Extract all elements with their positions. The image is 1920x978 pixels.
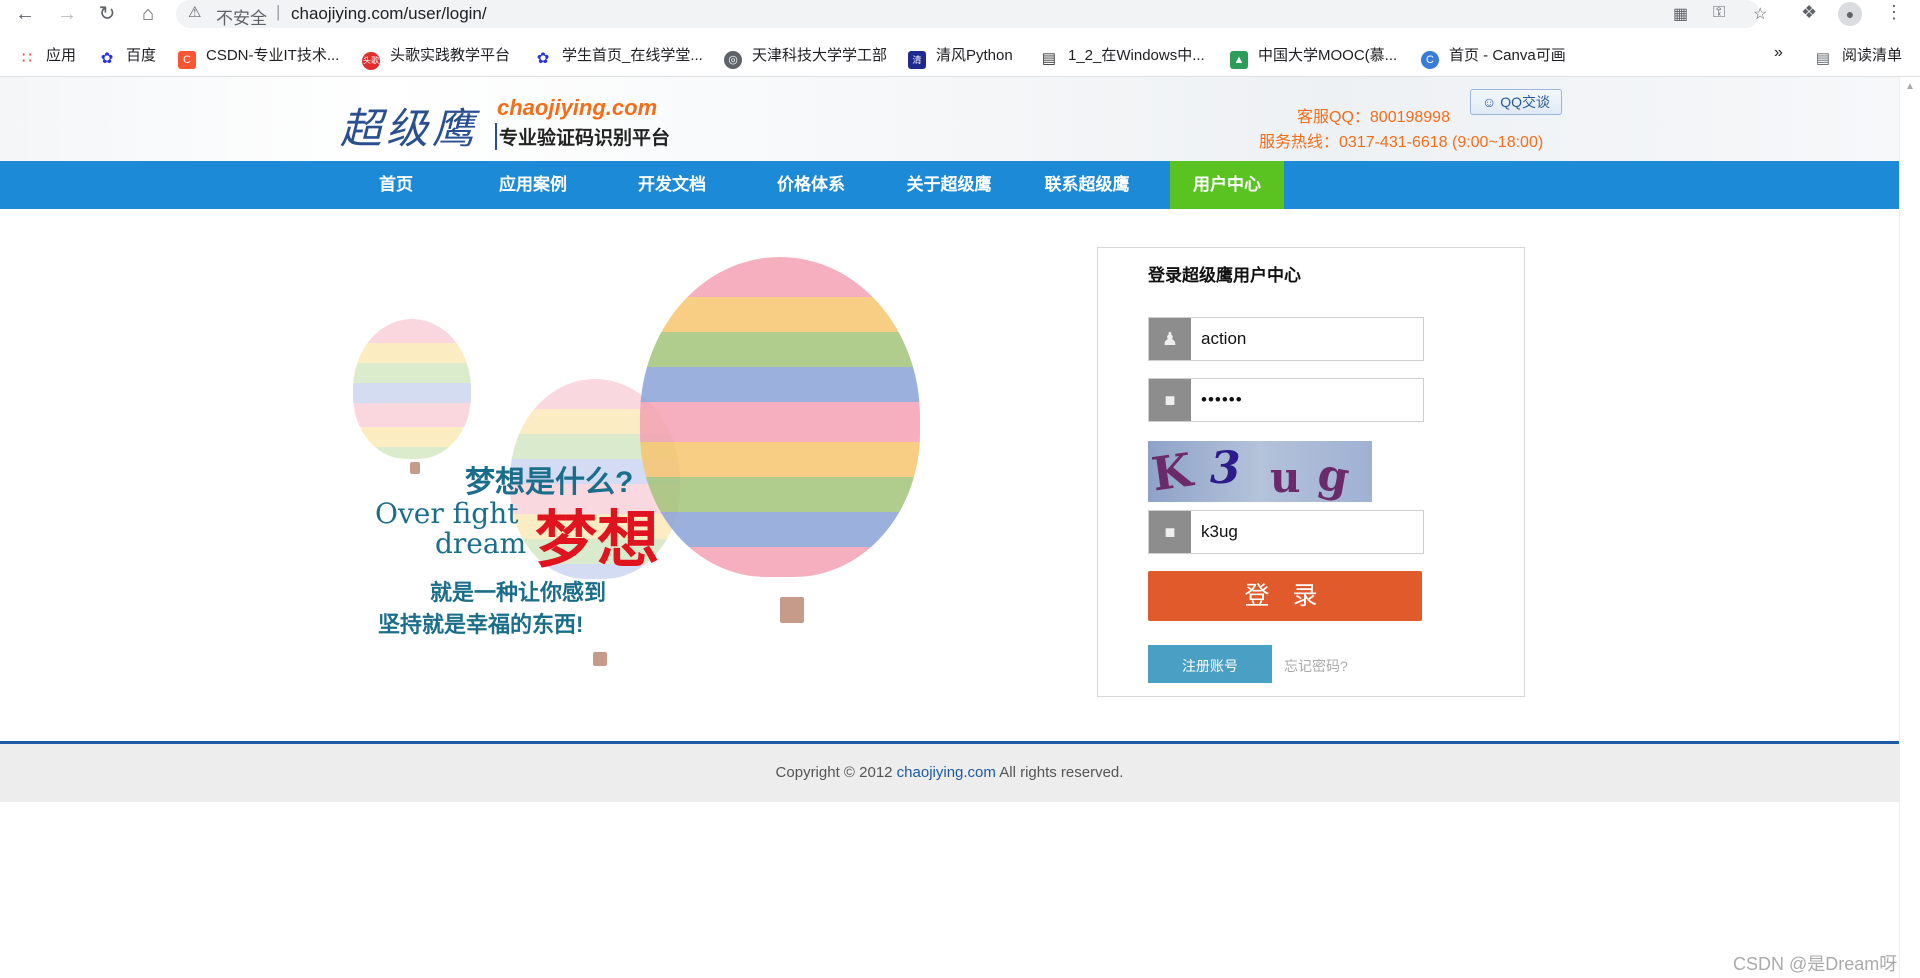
book-icon: ▤ [1040,50,1058,68]
service-qq: 客服QQ：800198998 [1297,109,1450,126]
logo-tagline: 专业验证码识别平台 [495,123,670,150]
canva-icon: C [1421,51,1439,69]
bookmark-touge[interactable]: 头歌 头歌实践教学平台 [362,44,510,70]
scroll-up-arrow-icon[interactable]: ▲ [1905,81,1915,92]
bookmark-qingfeng[interactable]: 清清风Python [908,44,1013,69]
slogan-english-2: dream [435,527,527,560]
qingfeng-icon: 清 [908,51,926,69]
nav-contact[interactable]: 联系超级鹰 [1025,161,1149,209]
copyright-text: Copyright © 2012 chaojiying.com All righ… [775,764,1124,781]
globe-icon: ◎ [724,51,742,69]
bookmarks-bar: ∷ 应用 ✿ 百度 C CSDN-专业IT技术... 头歌 头歌实践教学平台 ✿ 学生首页… [0,40,1920,70]
forward-arrow-icon[interactable]: → [54,2,80,26]
baidu-paw-icon: ✿ [534,50,552,68]
forgot-password-link[interactable]: 忘记密码? [1284,656,1348,676]
username-field[interactable]: ♟ action [1148,317,1424,361]
small-balloon-image [353,319,471,459]
small-balloon-basket [410,462,420,474]
bookmark-mooc[interactable]: ▲ 中国大学MOOC(慕... [1230,44,1397,69]
apps-grid-icon: ∷ [18,50,36,68]
password-field[interactable]: ■ •••••• [1148,378,1424,422]
qr-code-icon[interactable]: ▦ [1673,4,1688,24]
slogan-line-4: 坚持就是幸福的东西! [378,612,584,637]
login-button[interactable]: 登 录 [1148,571,1422,621]
insecure-label: 不安全 [216,9,267,28]
login-title: 登录超级鹰用户中心 [1148,266,1301,285]
profile-avatar-icon[interactable]: ● [1838,2,1862,26]
captcha-image[interactable]: K 3 u g [1148,441,1372,502]
extensions-puzzle-icon[interactable]: ❖ [1801,2,1817,23]
star-bookmark-icon[interactable]: ☆ [1753,4,1767,24]
captcha-char: 3 [1210,443,1241,494]
slogan-line-3: 就是一种让你感到 [430,580,607,605]
key-icon[interactable]: ⚿ [1713,4,1725,22]
qq-penguin-icon: ☺ [1482,94,1501,110]
captcha-field[interactable]: ■ k3ug [1148,510,1424,554]
browser-toolbar: ← → ↻ ⌂ ⚠ 不安全 | chaojiying.com/user/logi… [0,0,1920,28]
page-scrollbar[interactable]: ▲ [1899,77,1920,978]
big-balloon-basket [780,597,804,623]
baidu-paw-icon: ✿ [98,50,116,68]
nav-cases[interactable]: 应用案例 [483,161,583,209]
csdn-watermark: CSDN @是Dream呀 [1733,954,1898,974]
reading-list-button[interactable]: ▤ 阅读清单 [1814,44,1902,68]
bookmark-csdn[interactable]: C CSDN-专业IT技术... [178,44,339,69]
slogan-english-1: Over fight [375,497,519,530]
lock-icon: ■ [1149,511,1191,553]
copyright-link[interactable]: chaojiying.com [897,764,996,781]
lock-icon: ■ [1149,379,1191,421]
bookmark-canva[interactable]: C 首页 - Canva可画 [1421,44,1566,69]
bookmark-tust[interactable]: ◎ 天津科技大学学工部 [724,44,887,69]
bookmark-windows[interactable]: ▤ 1_2_在Windows中... [1040,44,1205,68]
bookmark-baidu[interactable]: ✿ 百度 [98,44,156,68]
nav-user-center[interactable]: 用户中心 [1170,161,1284,209]
reload-icon[interactable]: ↻ [94,2,120,26]
back-arrow-icon[interactable]: ← [12,2,38,26]
qq-chat-button[interactable]: ☺ QQ交谈 [1470,89,1562,115]
username-value: action [1201,329,1247,348]
address-bar[interactable]: ⚠ 不安全 | chaojiying.com/user/login/ ▦ ⚿ ☆ [176,0,1767,28]
slogan-dream: 梦想 [535,506,660,575]
nav-about[interactable]: 关于超级鹰 [887,161,1011,209]
site-header: 超级鹰 chaojiying.com 专业验证码识别平台 客服QQ：800198… [0,77,1899,161]
mid-balloon-basket [593,652,607,666]
main-nav: 首页 应用案例 开发文档 价格体系 关于超级鹰 联系超级鹰 用户中心 [0,161,1899,209]
address-separator: | [276,2,281,21]
site-footer: Copyright © 2012 chaojiying.com All righ… [0,744,1899,802]
captcha-char: K [1148,442,1196,502]
password-value: •••••• [1201,390,1243,409]
bookmarks-overflow-button[interactable]: » [1774,44,1783,62]
captcha-char: g [1313,448,1353,502]
logo-domain[interactable]: chaojiying.com [497,95,657,121]
reading-list-icon: ▤ [1814,50,1832,68]
home-icon[interactable]: ⌂ [135,2,161,26]
csdn-icon: C [178,51,196,69]
captcha-value: k3ug [1201,522,1238,541]
touge-icon: 头歌 [362,52,380,70]
warning-triangle-icon: ⚠ [188,4,202,21]
login-panel: 登录超级鹰用户中心 ♟ action ■ •••••• K 3 u g ■ k3… [1097,247,1525,697]
mooc-icon: ▲ [1230,51,1248,69]
bookmark-xuetang[interactable]: ✿ 学生首页_在线学堂... [534,44,703,68]
nav-docs[interactable]: 开发文档 [622,161,722,209]
logo-chinese[interactable]: 超级鹰 [340,95,478,156]
big-balloon-image [640,257,920,577]
user-icon: ♟ [1149,318,1191,360]
nav-home[interactable]: 首页 [356,161,436,209]
nav-pricing[interactable]: 价格体系 [761,161,861,209]
page-content: 超级鹰 chaojiying.com 专业验证码识别平台 客服QQ：800198… [0,77,1899,978]
captcha-char: u [1270,453,1301,502]
dream-banner: 梦想是什么? Over fight dream 梦想 就是一种让你感到 坚持就是… [350,257,950,717]
register-button[interactable]: 注册账号 [1148,645,1272,683]
bookmark-apps[interactable]: ∷ 应用 [18,44,76,68]
url-text[interactable]: chaojiying.com/user/login/ [291,4,487,24]
menu-kebab-icon[interactable]: ⋮ [1885,2,1903,23]
service-hotline: 服务热线：0317-431-6618 (9:00~18:00) [1259,134,1544,151]
